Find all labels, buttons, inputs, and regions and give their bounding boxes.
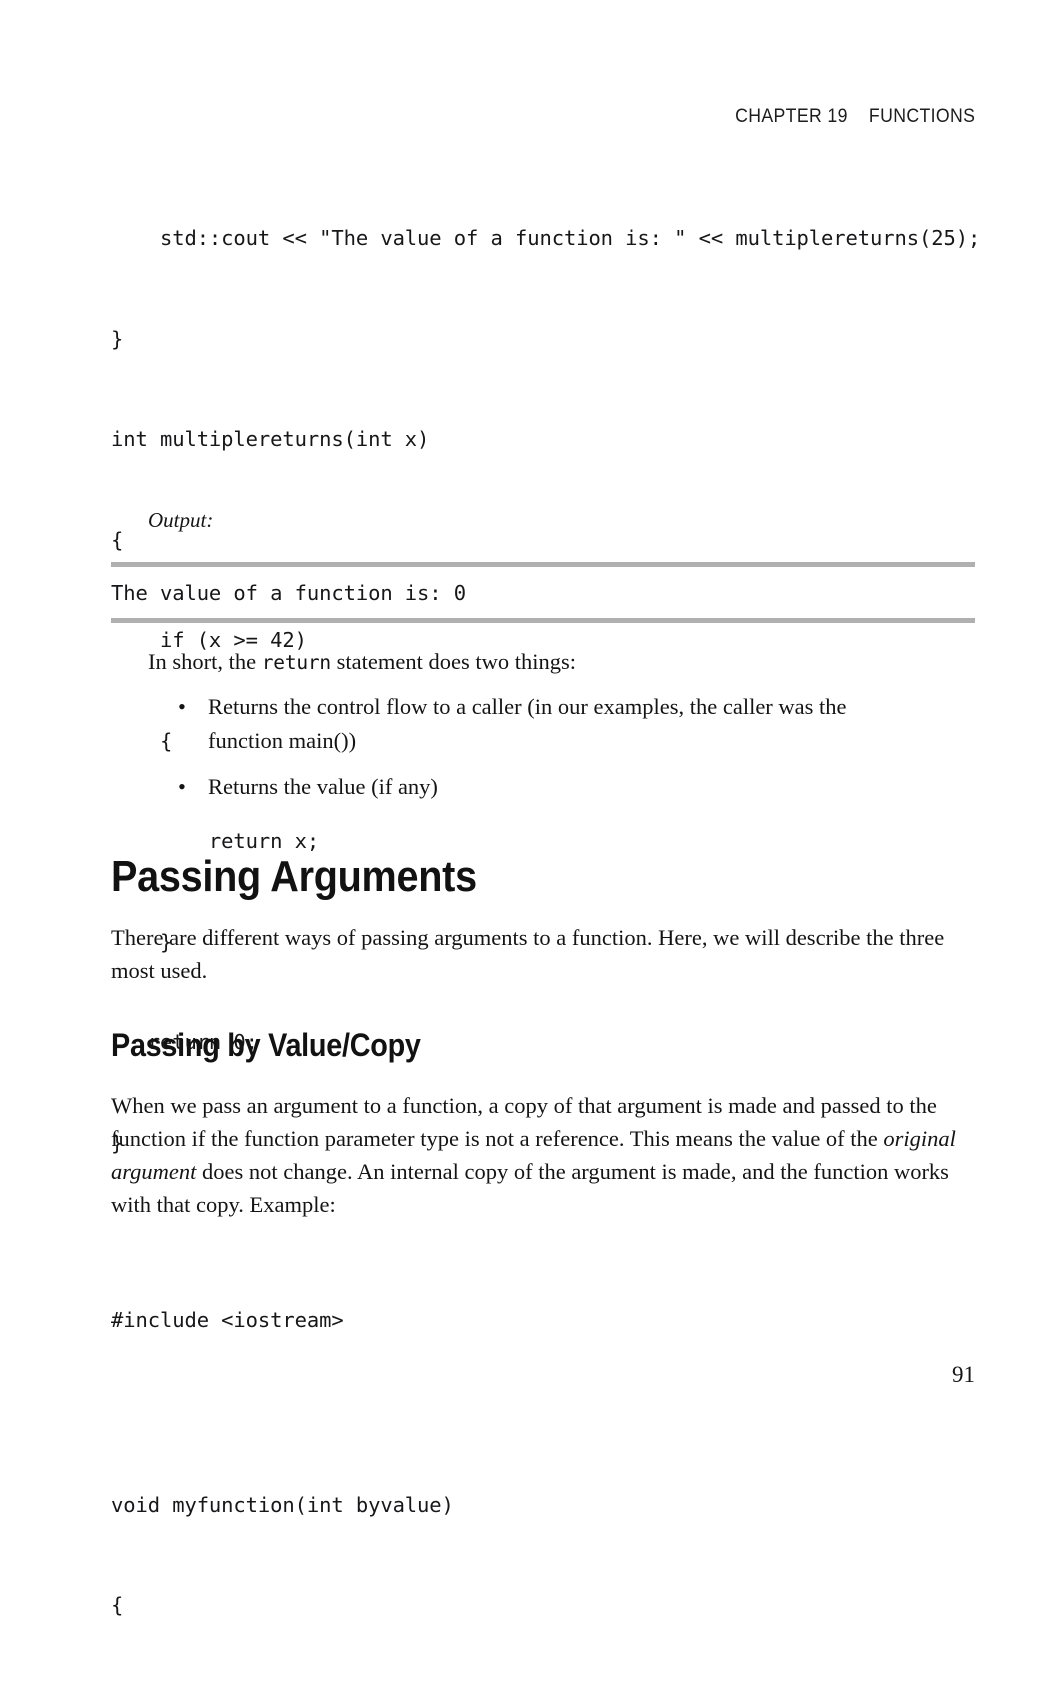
subsection-paragraph: When we pass an argument to a function, … xyxy=(111,1089,975,1221)
subsection-heading-passing-by-value-copy: Passing by Value/Copy xyxy=(111,1027,421,1063)
bullet-marker: • xyxy=(178,694,186,719)
inline-code-return: return xyxy=(261,651,331,674)
list-item: • Returns the value (if any) xyxy=(111,770,911,804)
code-line: #include <iostream> xyxy=(111,1308,344,1332)
list-item: • Returns the control flow to a caller (… xyxy=(111,690,911,757)
list-item-text: Returns the value (if any) xyxy=(208,774,438,799)
output-label: Output: xyxy=(148,508,214,532)
running-header: CHAPTER 19 FUNCTIONS xyxy=(734,106,975,127)
page-number: 91 xyxy=(952,1362,975,1387)
output-console-text: The value of a function is: 0 xyxy=(111,581,467,605)
list-item-text: Returns the control flow to a caller (in… xyxy=(208,694,847,753)
code-line: { xyxy=(111,527,124,552)
bullet-marker: • xyxy=(178,774,186,799)
code-block-bottom: #include <iostream> void myfunction(int … xyxy=(111,1237,454,1690)
bullet-list: • Returns the control flow to a caller (… xyxy=(111,690,911,804)
document-page: CHAPTER 19 FUNCTIONS std::cout << "The v… xyxy=(0,0,1050,1617)
code-line: void myfunction(int byvalue) xyxy=(111,1492,454,1517)
code-line: std::cout << "The value of a function is… xyxy=(111,226,981,250)
code-line: int multiplereturns(int x) xyxy=(111,427,430,451)
code-line: } xyxy=(111,326,124,351)
section-paragraph: There are different ways of passing argu… xyxy=(111,925,945,983)
intro-paragraph: In short, the return statement does two … xyxy=(111,645,975,679)
output-console-box: The value of a function is: 0 xyxy=(111,562,975,623)
code-line: { xyxy=(111,1593,124,1617)
subsection-text-part1: When we pass an argument to a function, … xyxy=(111,1093,937,1151)
intro-text-after: statement does two things: xyxy=(330,649,576,674)
subsection-text-part2: does not change. An internal copy of the… xyxy=(111,1159,949,1217)
section-heading-passing-arguments: Passing Arguments xyxy=(111,852,477,901)
intro-text-before: In short, the xyxy=(148,649,262,674)
